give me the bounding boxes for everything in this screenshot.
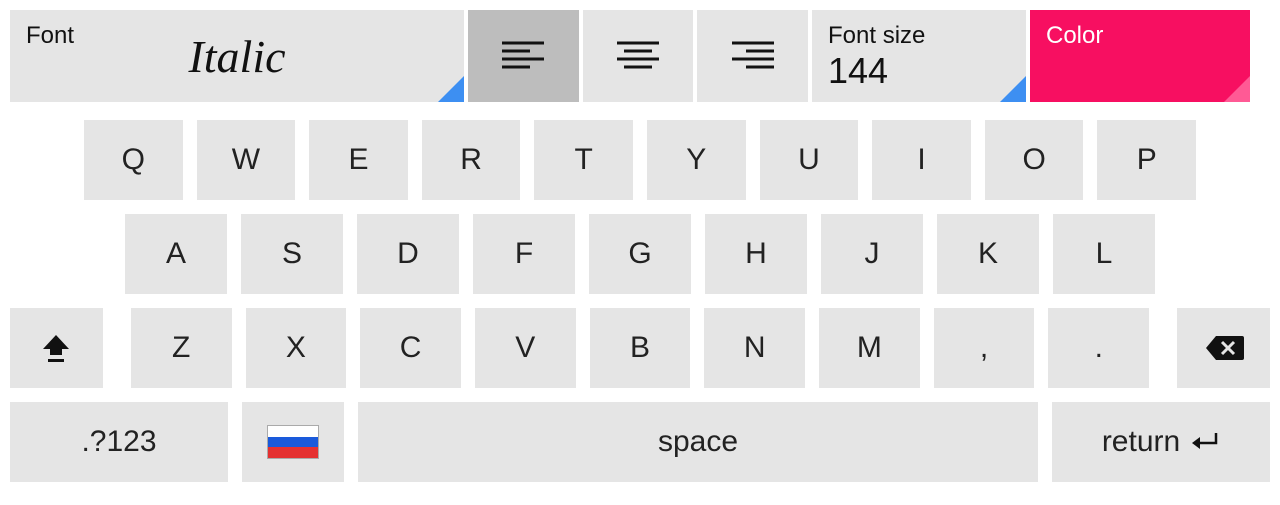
key-label: K — [978, 237, 998, 271]
key-label: X — [286, 331, 306, 365]
toolbar: Font Italic — [0, 0, 1280, 110]
key-y[interactable]: Y — [647, 120, 746, 200]
key-label: R — [460, 143, 482, 177]
fontsize-selector[interactable]: Font size 144 — [812, 10, 1026, 102]
key-s[interactable]: S — [241, 214, 343, 294]
key-b[interactable]: B — [590, 308, 691, 388]
key-label: L — [1096, 237, 1113, 271]
font-value: Italic — [188, 30, 285, 83]
color-label: Color — [1046, 22, 1103, 50]
key-a[interactable]: A — [125, 214, 227, 294]
key-period[interactable]: . — [1048, 308, 1149, 388]
shift-icon — [41, 333, 71, 363]
dropdown-indicator-icon — [1224, 76, 1250, 102]
key-z[interactable]: Z — [131, 308, 232, 388]
key-label: U — [798, 143, 820, 177]
key-i[interactable]: I — [872, 120, 971, 200]
key-label: return — [1102, 425, 1180, 459]
key-label: Y — [686, 143, 706, 177]
key-label: P — [1137, 143, 1157, 177]
key-o[interactable]: O — [985, 120, 1084, 200]
keyboard-row-4: .?123 space return — [10, 402, 1270, 482]
shift-key[interactable] — [10, 308, 103, 388]
key-e[interactable]: E — [309, 120, 408, 200]
key-m[interactable]: M — [819, 308, 920, 388]
symbols-key[interactable]: .?123 — [10, 402, 228, 482]
key-x[interactable]: X — [246, 308, 347, 388]
align-right-button[interactable] — [697, 10, 808, 102]
align-left-icon — [502, 41, 544, 71]
key-v[interactable]: V — [475, 308, 576, 388]
key-label: C — [400, 331, 422, 365]
language-key[interactable] — [242, 402, 344, 482]
key-label: T — [575, 143, 593, 177]
key-label: Q — [122, 143, 145, 177]
dropdown-indicator-icon — [438, 76, 464, 102]
fontsize-value: 144 — [828, 50, 888, 92]
key-h[interactable]: H — [705, 214, 807, 294]
dropdown-indicator-icon — [1000, 76, 1026, 102]
key-label: .?123 — [81, 425, 156, 459]
key-l[interactable]: L — [1053, 214, 1155, 294]
key-label: O — [1022, 143, 1045, 177]
virtual-keyboard: Q W E R T Y U I O P A S D F G H J K L — [0, 110, 1280, 482]
key-n[interactable]: N — [704, 308, 805, 388]
key-u[interactable]: U — [760, 120, 859, 200]
key-comma[interactable]: , — [934, 308, 1035, 388]
key-label: J — [865, 237, 880, 271]
key-d[interactable]: D — [357, 214, 459, 294]
return-key[interactable]: return — [1052, 402, 1270, 482]
font-label: Font — [26, 22, 74, 50]
key-label: D — [397, 237, 419, 271]
key-label: . — [1095, 331, 1103, 365]
return-icon — [1190, 431, 1220, 453]
key-p[interactable]: P — [1097, 120, 1196, 200]
key-label: S — [282, 237, 302, 271]
key-label: N — [744, 331, 766, 365]
color-selector[interactable]: Color — [1030, 10, 1250, 102]
key-q[interactable]: Q — [84, 120, 183, 200]
align-center-icon — [617, 41, 659, 71]
key-t[interactable]: T — [534, 120, 633, 200]
keyboard-row-3: Z X C V B N M , . — [10, 308, 1270, 388]
alignment-group — [468, 10, 808, 110]
key-label: V — [515, 331, 535, 365]
key-label: H — [745, 237, 767, 271]
flag-russia-icon — [267, 425, 319, 459]
key-c[interactable]: C — [360, 308, 461, 388]
key-r[interactable]: R — [422, 120, 521, 200]
space-key[interactable]: space — [358, 402, 1038, 482]
key-label: G — [628, 237, 651, 271]
fontsize-label: Font size — [828, 22, 925, 50]
key-label: M — [857, 331, 882, 365]
key-label: space — [658, 425, 738, 459]
key-label: Z — [172, 331, 190, 365]
align-right-icon — [732, 41, 774, 71]
key-label: , — [980, 331, 988, 365]
key-label: W — [232, 143, 260, 177]
keyboard-row-2: A S D F G H J K L — [10, 214, 1270, 294]
key-k[interactable]: K — [937, 214, 1039, 294]
backspace-key[interactable] — [1177, 308, 1270, 388]
key-label: B — [630, 331, 650, 365]
key-label: A — [166, 237, 186, 271]
key-f[interactable]: F — [473, 214, 575, 294]
key-label: E — [348, 143, 368, 177]
align-left-button[interactable] — [468, 10, 579, 102]
align-center-button[interactable] — [583, 10, 694, 102]
key-label: I — [917, 143, 925, 177]
font-selector[interactable]: Font Italic — [10, 10, 464, 102]
key-g[interactable]: G — [589, 214, 691, 294]
key-w[interactable]: W — [197, 120, 296, 200]
key-label: F — [515, 237, 533, 271]
keyboard-row-1: Q W E R T Y U I O P — [10, 120, 1270, 200]
key-j[interactable]: J — [821, 214, 923, 294]
backspace-icon — [1204, 334, 1244, 362]
